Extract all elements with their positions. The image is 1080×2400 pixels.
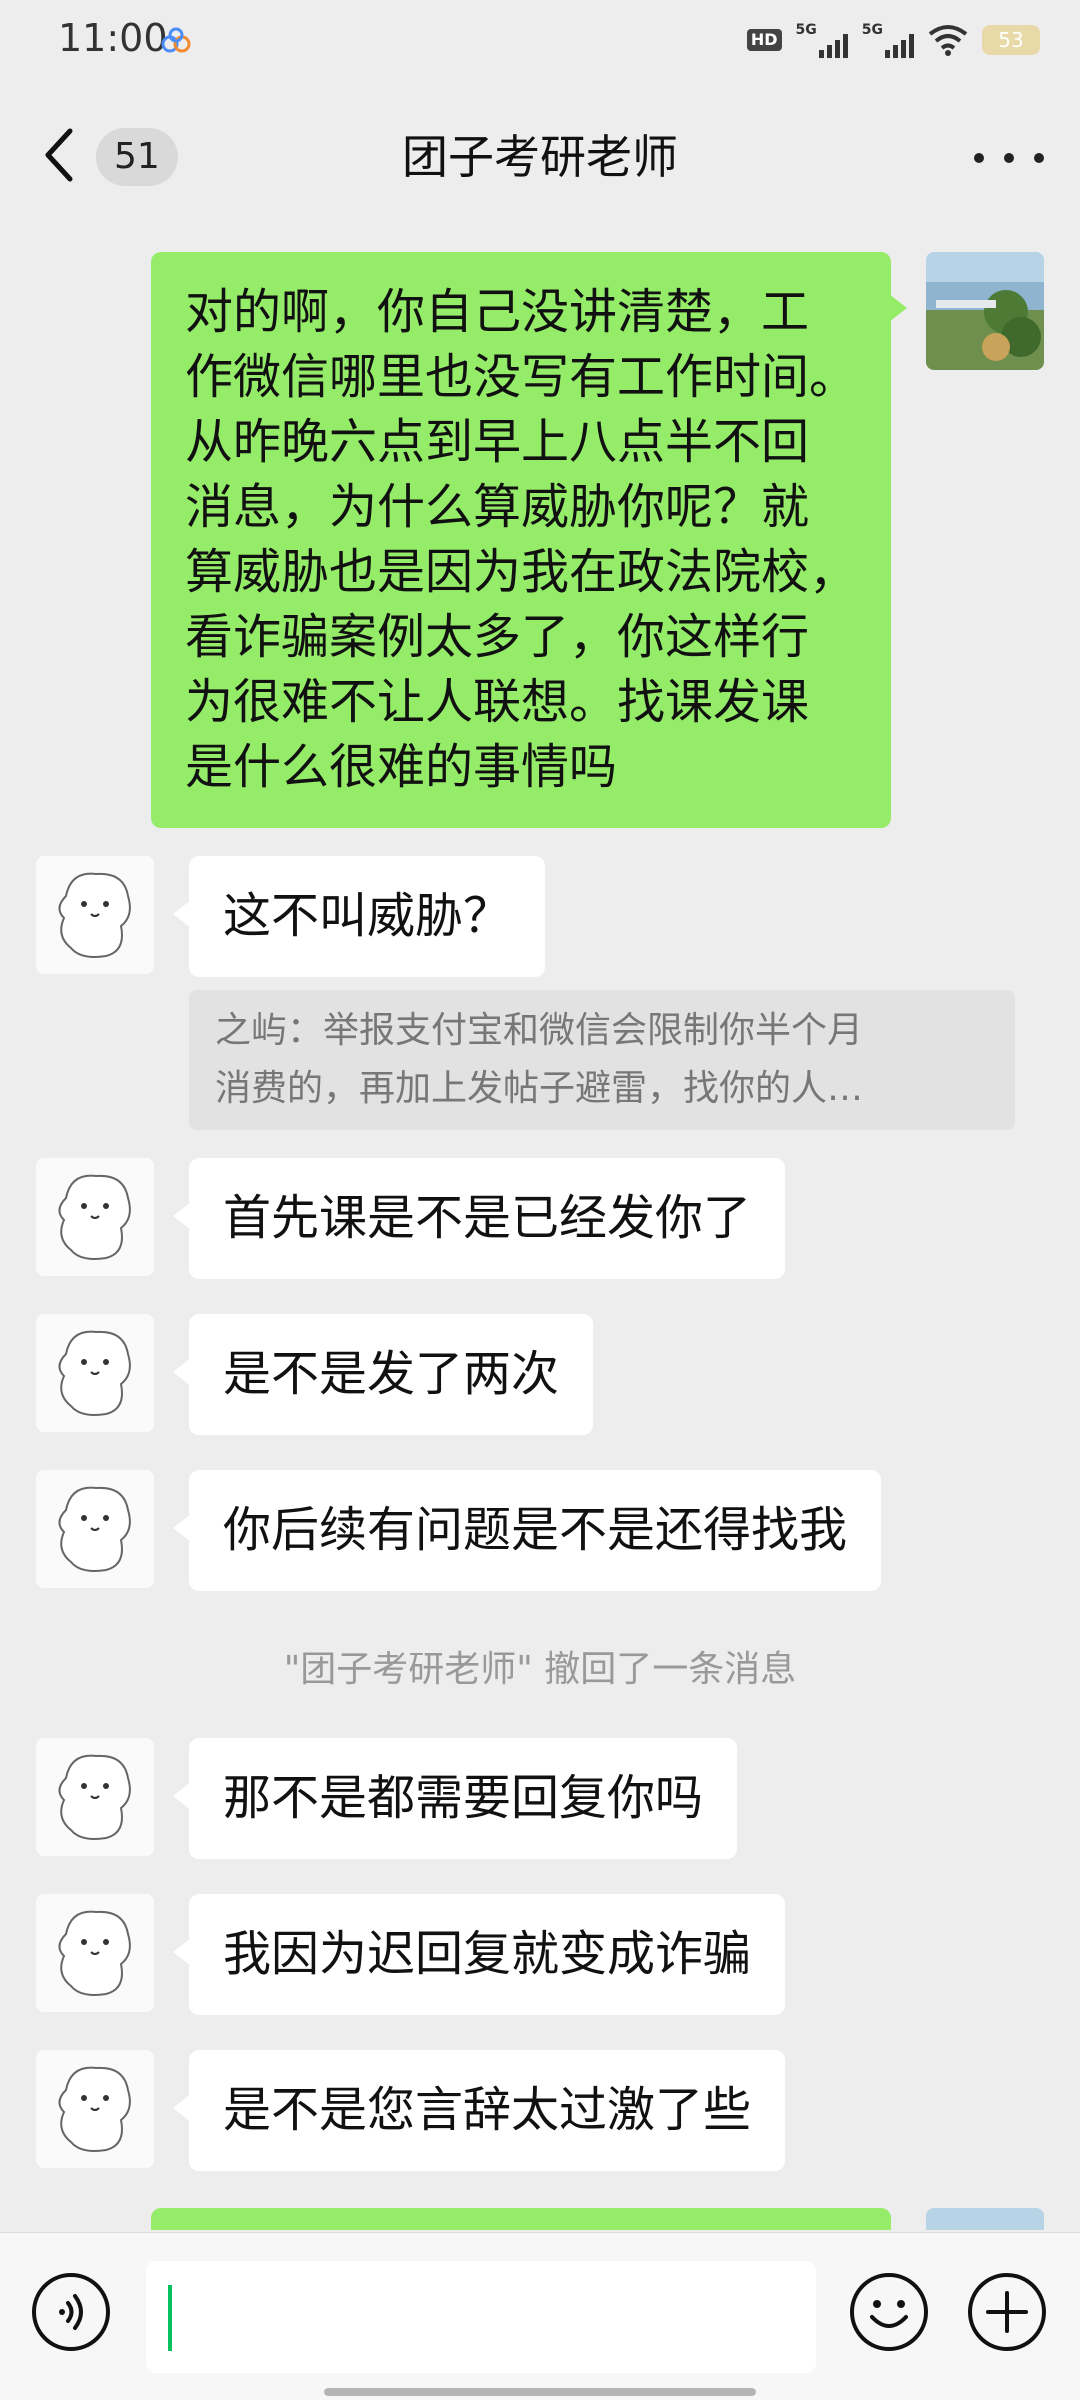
status-indicators: HD 5G 5G 53 (746, 20, 1040, 60)
hd-badge: HD (746, 29, 782, 51)
message-list[interactable]: 对的啊，你自己没讲清楚，工 作微信哪里也没写有工作时间。 从昨晚六点到早上八点半… (0, 230, 1080, 2230)
message-bubble-other[interactable]: 这不叫威胁？ (172, 856, 546, 977)
contact-avatar[interactable] (36, 1158, 154, 1276)
unread-count-badge[interactable]: 51 (96, 128, 178, 186)
contact-avatar[interactable] (36, 1314, 154, 1432)
contact-avatar[interactable] (36, 1470, 154, 1588)
status-bar: 11:00 HD 5G 5G 53 (0, 0, 1080, 80)
message-text: 我因为迟回复就变成诈骗 (223, 1926, 752, 1982)
chat-title: 团子考研老师 (402, 130, 678, 184)
message-text: 为很难不让人联想。找课发课 (185, 674, 810, 730)
message-text: 从昨晚六点到早上八点半不回 (185, 414, 810, 470)
message-bubble-other[interactable]: 你后续有问题是不是还得找我 (172, 1470, 882, 1591)
message-text: 首先课是不是已经发你了 (223, 1190, 752, 1246)
quoted-message[interactable]: 之屿：举报支付宝和微信会限制你半个月 消费的，再加上发帖子避雷，找你的人… (189, 990, 1015, 1130)
message-bubble-other[interactable]: 首先课是不是已经发你了 (172, 1158, 786, 1279)
message-bubble-other[interactable]: 我因为迟回复就变成诈骗 (172, 1894, 786, 2015)
voice-icon[interactable] (30, 2271, 112, 2353)
message-text: 对的啊，你自己没讲清楚，工 (185, 284, 810, 340)
cloud-sync-icon (161, 27, 191, 53)
message-text: 你后续有问题是不是还得找我 (223, 1502, 848, 1558)
home-indicator[interactable] (324, 2388, 756, 2396)
signal-5g-2: 5G (862, 22, 914, 58)
message-text: 那不是都需要回复你吗 (223, 1770, 704, 1826)
contact-avatar[interactable] (36, 1894, 154, 2012)
message-bubble-me[interactable]: 对的啊，你自己没讲清楚，工 作微信哪里也没写有工作时间。 从昨晚六点到早上八点半… (151, 252, 907, 828)
message-text: 算威胁也是因为我在政法院校， (185, 544, 858, 600)
message-text: 是什么很难的事情吗 (185, 739, 618, 795)
recall-notice: "团子考研老师" 撤回了一条消息 (283, 1649, 797, 1690)
emoji-icon[interactable] (848, 2271, 930, 2353)
quote-line: 消费的，再加上发帖子避雷，找你的人… (215, 1068, 864, 1109)
message-text: 作微信哪里也没写有工作时间。 (185, 349, 858, 405)
chevron-left-icon[interactable] (40, 125, 80, 185)
contact-avatar[interactable] (36, 1738, 154, 1856)
message-text: 是不是您言辞太过激了些 (223, 2082, 752, 2138)
message-bubble-me-partial[interactable] (151, 2208, 891, 2230)
signal-label: 5G (861, 22, 883, 38)
signal-bars-icon (818, 32, 848, 58)
message-text: 这不叫威胁？ (223, 888, 512, 944)
signal-bars-icon (885, 32, 914, 58)
contact-avatar[interactable] (36, 2050, 154, 2168)
message-bubble-other[interactable]: 那不是都需要回复你吗 (172, 1738, 738, 1859)
message-bubble-other[interactable]: 是不是发了两次 (172, 1314, 594, 1435)
more-dots-icon[interactable] (974, 140, 1044, 176)
text-caret (168, 2285, 172, 2351)
my-avatar[interactable] (926, 252, 1044, 370)
battery-icon: 53 (982, 25, 1040, 55)
signal-label: 5G (795, 22, 817, 38)
wifi-icon (928, 25, 968, 56)
status-time: 11:00 (58, 16, 168, 60)
message-text: 消息，为什么算威胁你呢？就 (185, 479, 810, 535)
contact-avatar[interactable] (36, 856, 154, 974)
input-bar (0, 2232, 1080, 2400)
chat-header: 51 团子考研老师 (0, 80, 1080, 230)
message-text: 看诈骗案例太多了，你这样行 (185, 609, 810, 665)
message-text: 是不是发了两次 (223, 1346, 560, 1402)
message-input[interactable] (146, 2261, 816, 2373)
quote-line: 之屿：举报支付宝和微信会限制你半个月 (215, 1010, 864, 1051)
my-avatar[interactable] (926, 2208, 1044, 2230)
message-bubble-other[interactable]: 是不是您言辞太过激了些 (172, 2050, 786, 2171)
signal-5g-1: 5G (796, 22, 848, 58)
plus-icon[interactable] (966, 2271, 1048, 2353)
battery-level: 53 (998, 28, 1024, 52)
